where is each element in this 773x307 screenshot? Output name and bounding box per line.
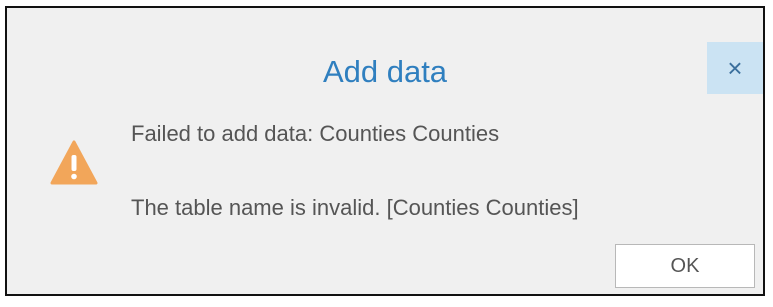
close-button[interactable]: × [707,42,763,94]
add-data-dialog: Add data × Failed to add data: Counties … [5,6,765,296]
error-detail: The table name is invalid. [Counties Cou… [131,195,579,220]
ok-button[interactable]: OK [615,244,755,288]
warning-icon [50,139,98,187]
error-message: Failed to add data: Counties Counties [131,121,500,146]
dialog-title: Add data [322,54,448,89]
close-icon: × [727,53,743,83]
